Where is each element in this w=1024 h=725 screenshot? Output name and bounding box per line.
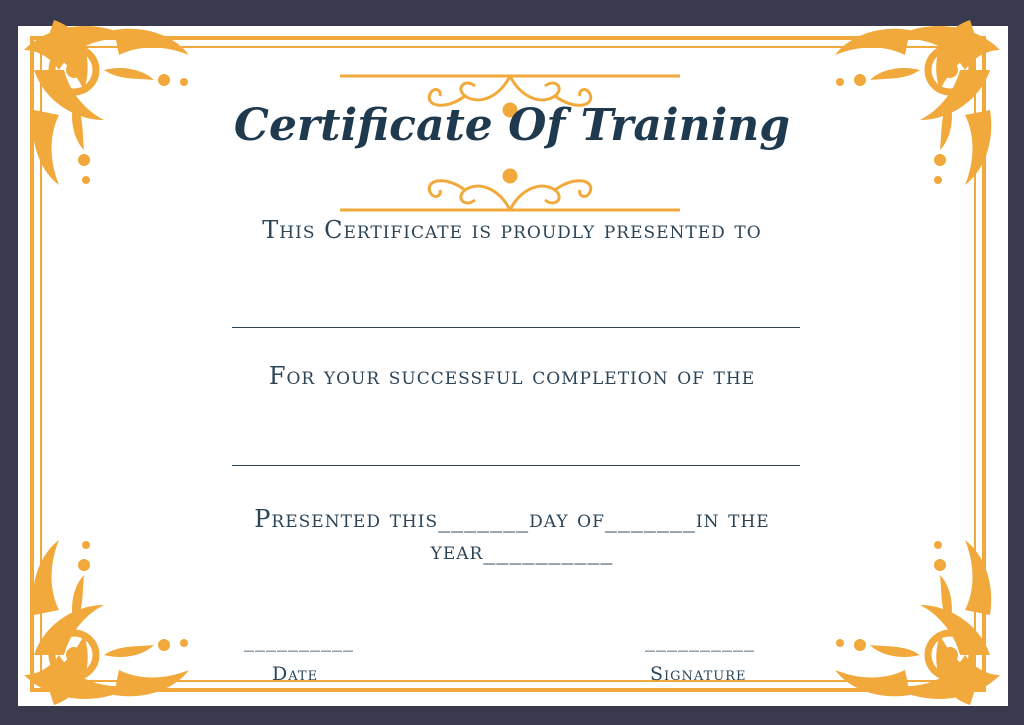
corner-ornament-bottom-left [24,540,189,705]
corner-ornament-top-right [835,20,1000,185]
course-name-line [232,465,800,466]
signature-blank-line: __________ [645,628,755,652]
completion-text: For your successful completion of the [268,362,756,390]
certificate-title: Certificate Of Training [233,100,791,151]
date-blank-line: __________ [244,628,354,652]
corner-ornament-top-left [24,20,189,185]
signature-label: Signature [650,663,747,685]
presented-to-text: This Certificate is proudly presented to [262,216,762,244]
corner-ornament-bottom-right [835,540,1000,705]
title-flourish-bottom [340,168,680,212]
date-label: Date [272,663,319,685]
year-text: year__________ [430,537,614,565]
recipient-name-line [232,327,800,328]
presented-date-text: Presented this_______day of_______in the [254,505,770,533]
